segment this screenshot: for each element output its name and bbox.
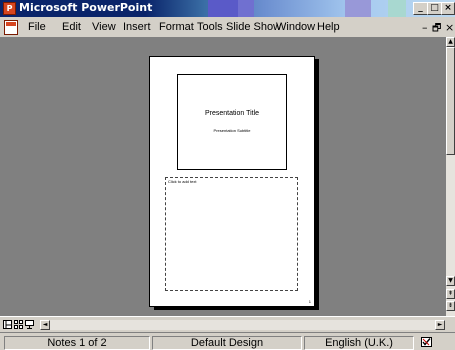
normal-view-icon[interactable] xyxy=(3,320,12,329)
scroll-left-button[interactable]: ◄ xyxy=(40,320,50,330)
powerpoint-icon[interactable]: P xyxy=(3,2,16,15)
slide-sorter-view-icon[interactable] xyxy=(14,320,23,329)
status-design: Default Design xyxy=(152,336,302,350)
menu-help[interactable]: Help xyxy=(317,21,340,33)
title-bar-band xyxy=(208,0,238,17)
maximize-button[interactable]: □ xyxy=(427,2,442,15)
title-bar-band xyxy=(388,0,406,17)
notes-page[interactable]: Presentation Title Presentation Subtitle… xyxy=(149,56,315,307)
menu-window[interactable]: Window xyxy=(276,21,315,33)
notes-workspace[interactable]: Presentation Title Presentation Subtitle… xyxy=(0,37,446,316)
menu-file[interactable]: File xyxy=(28,21,46,33)
document-close-button[interactable]: × xyxy=(445,21,454,34)
menu-slide-show[interactable]: Slide Show xyxy=(226,21,281,33)
horizontal-scrollbar[interactable]: ◄ ► xyxy=(40,320,445,330)
menu-insert[interactable]: Insert xyxy=(123,21,151,33)
notes-placeholder-text: Click to add text xyxy=(168,179,197,184)
scroll-down-button[interactable]: ▼ xyxy=(446,276,455,286)
view-bar: ◄ ► xyxy=(0,316,455,332)
notes-placeholder-box[interactable]: Click to add text xyxy=(165,177,298,291)
presentation-document-icon[interactable] xyxy=(4,20,18,35)
slide-thumbnail[interactable]: Presentation Title Presentation Subtitle xyxy=(177,74,287,170)
slide-show-view-icon[interactable] xyxy=(25,320,34,329)
title-bar-band xyxy=(345,0,371,17)
close-button[interactable]: × xyxy=(441,2,455,15)
window-title: Microsoft PowerPoint xyxy=(19,1,153,14)
previous-slide-button[interactable]: ⇞ xyxy=(446,289,455,299)
slide-title: Presentation Title xyxy=(204,110,260,117)
document-restore-button[interactable]: 🗗 xyxy=(432,21,441,38)
scroll-up-button[interactable]: ▲ xyxy=(446,37,455,47)
status-bar: Notes 1 of 2 Default Design English (U.K… xyxy=(0,332,455,350)
vertical-scrollbar[interactable]: ▲ ▼ ⇞ ⇟ xyxy=(446,37,455,316)
menu-format[interactable]: Format xyxy=(159,21,194,33)
page-number: 1 xyxy=(308,299,311,304)
vertical-scroll-thumb[interactable] xyxy=(446,47,455,155)
spelling-check-icon[interactable] xyxy=(421,337,432,347)
scroll-right-button[interactable]: ► xyxy=(435,320,445,330)
menu-tools[interactable]: Tools xyxy=(197,21,223,33)
menu-view[interactable]: View xyxy=(92,21,116,33)
title-bar[interactable]: P Microsoft PowerPoint _ □ × xyxy=(0,0,455,17)
menu-edit[interactable]: Edit xyxy=(62,21,81,33)
document-minimize-button[interactable]: – xyxy=(422,21,428,34)
next-slide-button[interactable]: ⇟ xyxy=(446,301,455,311)
minimize-button[interactable]: _ xyxy=(413,2,428,15)
menu-bar: File Edit View Insert Format Tools Slide… xyxy=(0,17,455,37)
slide-subtitle: Presentation Subtitle xyxy=(213,128,251,133)
title-bar-band xyxy=(238,0,254,17)
status-language: English (U.K.) xyxy=(304,336,414,350)
status-slide-info: Notes 1 of 2 xyxy=(4,336,150,350)
